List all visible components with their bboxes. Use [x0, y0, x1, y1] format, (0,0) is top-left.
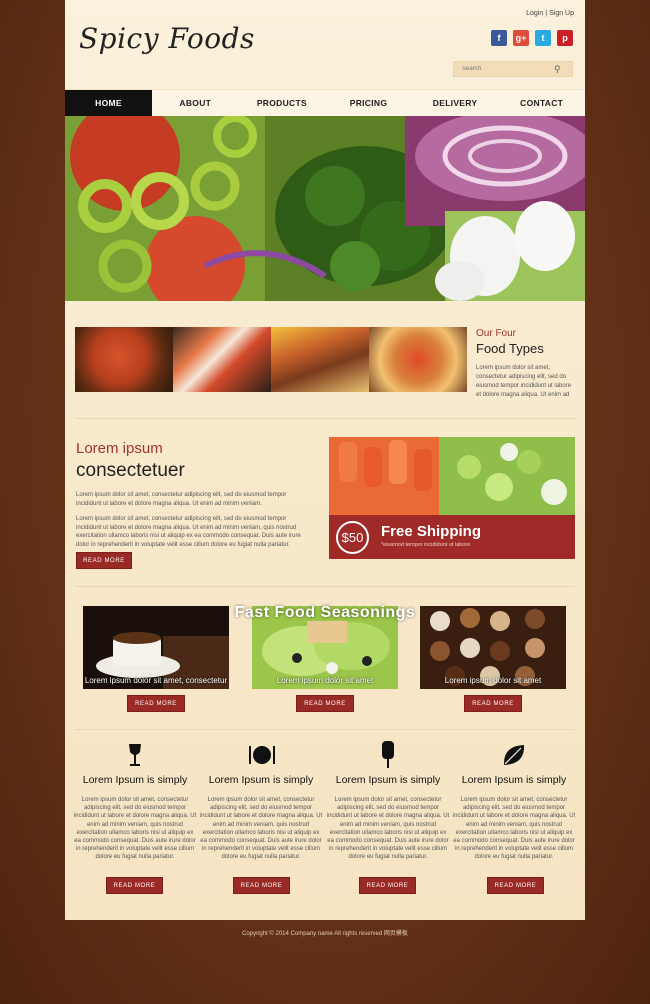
- lorem-subtitle: Lorem ipsum: [76, 440, 163, 457]
- twitter-icon[interactable]: t: [535, 30, 551, 46]
- free-shipping-title: Free Shipping: [381, 523, 482, 540]
- column-text-4: Lorem ipsum dolor sit amet, consectetur …: [452, 797, 576, 861]
- section-divider: [75, 729, 575, 730]
- column-title-2: Lorem Ipsum is simply: [208, 774, 314, 786]
- nav-products[interactable]: PRODUCTS: [239, 90, 326, 116]
- login-link[interactable]: Login: [526, 10, 543, 17]
- footer-copyright: Copyright © 2014 Company name All rights…: [242, 931, 408, 937]
- food-image-sushi: [173, 327, 271, 392]
- hero-banner-image: [65, 116, 585, 301]
- google-plus-icon[interactable]: g+: [513, 30, 529, 46]
- column-read-more-button-2[interactable]: READ MORE: [233, 877, 290, 894]
- food-types-subtitle: Our Four: [476, 328, 517, 339]
- seasoning-caption-3: Lorem ipsum dolor sit amet: [444, 676, 542, 685]
- nav-home[interactable]: HOME: [65, 90, 152, 116]
- social-links: f g+ t p: [491, 30, 573, 46]
- nav-delivery[interactable]: DELIVERY: [412, 90, 499, 116]
- column-text-1: Lorem ipsum dolor sit amet, consectetur …: [73, 797, 197, 861]
- column-text-3: Lorem ipsum dolor sit amet, consectetur …: [326, 797, 450, 861]
- seasoning-caption-1: Lorem ipsum dolor sit amet, consectetur: [84, 676, 228, 685]
- seasoning-caption-2: Lorem ipsum dolor sit amet: [276, 676, 374, 685]
- nav-pricing[interactable]: PRICING: [325, 90, 412, 116]
- facebook-icon[interactable]: f: [491, 30, 507, 46]
- lorem-read-more-button[interactable]: READ MORE: [76, 552, 132, 569]
- search-input[interactable]: [454, 66, 554, 72]
- lorem-paragraph-1: Lorem ipsum dolor sit amet, consectetur …: [76, 492, 287, 507]
- column-title-3: Lorem Ipsum is simply: [335, 774, 441, 786]
- plate-cutlery-icon: [249, 742, 275, 768]
- page-container: Login|Sign Up Spicy Foods f g+ t p ⚲ HOM…: [65, 0, 585, 920]
- seasoning-read-more-button-1[interactable]: READ MORE: [127, 695, 185, 712]
- main-nav: HOME ABOUT PRODUCTS PRICING DELIVERY CON…: [65, 89, 585, 116]
- column-title-4: Lorem Ipsum is simply: [461, 774, 567, 786]
- lorem-title: consectetuer: [76, 460, 185, 481]
- seasoning-read-more-button-3[interactable]: READ MORE: [464, 695, 522, 712]
- wine-glass-icon: [122, 742, 148, 768]
- shipping-price-badge: $50: [336, 521, 369, 554]
- account-links: Login | Sign Up: [525, 10, 575, 17]
- seasonings-title: Fast Food Seasonings: [234, 604, 416, 621]
- food-image-grill: [271, 327, 369, 392]
- pinterest-icon[interactable]: p: [557, 30, 573, 46]
- food-types-title: Food Types: [476, 341, 544, 356]
- link-separator: |: [545, 10, 548, 17]
- leaf-icon: [501, 742, 527, 768]
- column-read-more-button-3[interactable]: READ MORE: [359, 877, 416, 894]
- column-text-2: Lorem ipsum dolor sit amet, consectetur …: [199, 797, 323, 861]
- food-image-pizza: [369, 327, 467, 392]
- food-image-soup: [75, 327, 173, 392]
- search-icon[interactable]: ⚲: [554, 64, 561, 75]
- seasoning-read-more-button-2[interactable]: READ MORE: [296, 695, 354, 712]
- food-types-images: [75, 327, 467, 392]
- column-read-more-button-1[interactable]: READ MORE: [106, 877, 163, 894]
- section-divider: [75, 586, 575, 587]
- section-divider: [75, 418, 575, 419]
- free-shipping-subtitle: *eiusmod tempor incididunt ut labore: [381, 542, 471, 548]
- site-logo[interactable]: Spicy Foods: [79, 22, 255, 55]
- column-title-1: Lorem Ipsum is simply: [82, 774, 188, 786]
- free-shipping-banner[interactable]: $50 Free Shipping *eiusmod tempor incidi…: [329, 515, 575, 559]
- signup-link[interactable]: Sign Up: [549, 10, 574, 17]
- shipping-vegetables-image: [329, 437, 575, 515]
- search-box: ⚲: [453, 61, 573, 77]
- ice-cream-icon: [375, 741, 401, 768]
- food-types-text: Lorem ipsum dolor sit amet, consectetur …: [476, 365, 572, 398]
- column-read-more-button-4[interactable]: READ MORE: [487, 877, 544, 894]
- lorem-paragraph-2: Lorem ipsum dolor sit amet, consectetur …: [76, 516, 301, 548]
- nav-contact[interactable]: CONTACT: [498, 90, 585, 116]
- nav-about[interactable]: ABOUT: [152, 90, 239, 116]
